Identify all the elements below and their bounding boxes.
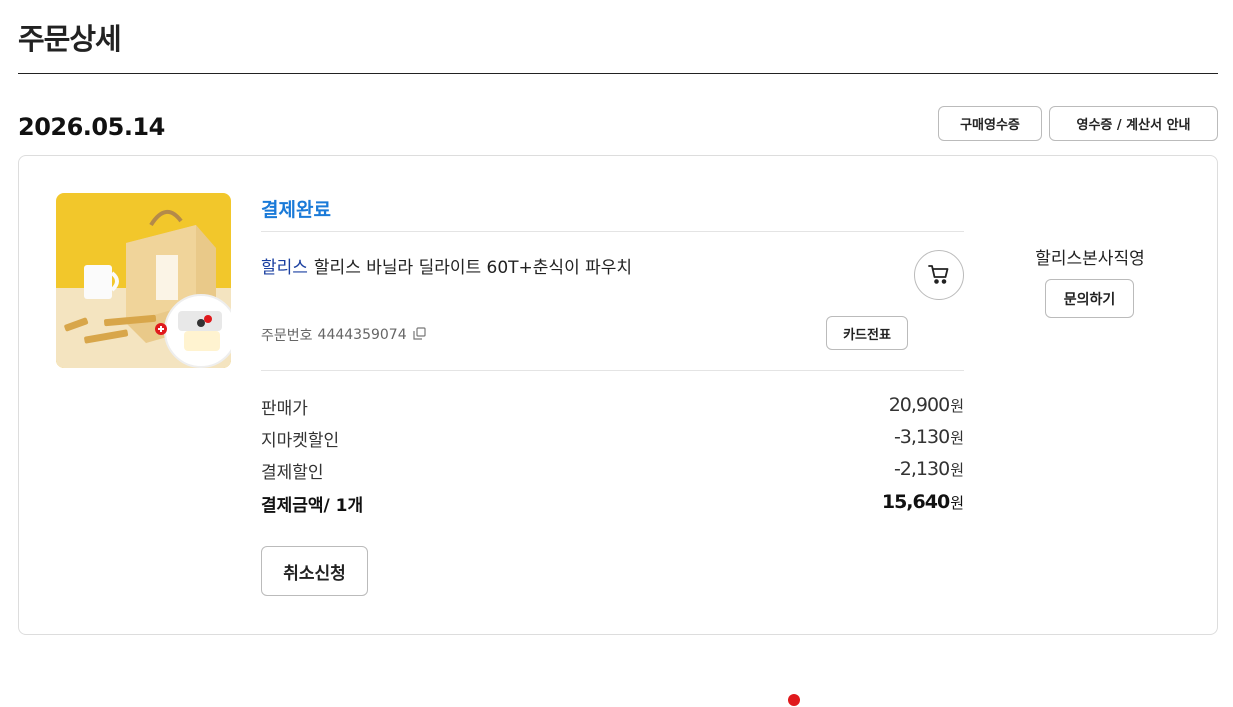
price-divider <box>261 370 964 371</box>
product-title[interactable]: 할리스 바닐라 딜라이트 60T+춘식이 파우치 <box>314 258 632 278</box>
price-row-total: 결제금액/ 1개 15,640원 <box>261 491 964 516</box>
product-image[interactable] <box>56 193 231 368</box>
order-date: 2026.05.14 <box>18 113 165 141</box>
order-number-value: 4444359074 <box>317 327 407 343</box>
copy-icon[interactable] <box>413 326 426 344</box>
price-label: 결제금액/ 1개 <box>261 496 364 516</box>
status-divider <box>261 231 964 232</box>
order-number-label: 주문번호 <box>261 328 313 344</box>
receipt-invoice-guide-button[interactable]: 영수증 / 계산서 안내 <box>1049 106 1218 141</box>
page-title: 주문상세 <box>18 22 122 56</box>
price-value: -3,130원 <box>893 426 964 448</box>
order-number: 주문번호 4444359074 <box>261 325 426 345</box>
product-brand[interactable]: 할리스 <box>261 258 308 278</box>
title-divider <box>18 73 1218 74</box>
add-to-cart-button[interactable] <box>914 250 964 300</box>
price-label: 결제할인 <box>261 463 324 483</box>
order-status: 결제완료 <box>261 199 331 221</box>
seller-inquiry-button[interactable]: 문의하기 <box>1045 279 1134 318</box>
purchase-receipt-button[interactable]: 구매영수증 <box>938 106 1042 141</box>
price-label: 판매가 <box>261 399 308 419</box>
product-name[interactable]: 할리스 할리스 바닐라 딜라이트 60T+춘식이 파우치 <box>261 253 632 278</box>
card-slip-button[interactable]: 카드전표 <box>826 316 908 350</box>
price-value: 20,900원 <box>888 394 964 416</box>
price-row-payment-discount: 결제할인 -2,130원 <box>261 458 964 483</box>
cancel-request-button[interactable]: 취소신청 <box>261 546 368 596</box>
cart-icon <box>927 262 951 289</box>
price-row-sale: 판매가 20,900원 <box>261 394 964 419</box>
price-row-gmarket-discount: 지마켓할인 -3,130원 <box>261 426 964 451</box>
seller-name: 할리스본사직영 <box>1035 249 1145 269</box>
price-label: 지마켓할인 <box>261 431 340 451</box>
price-value: 15,640원 <box>881 491 964 513</box>
price-value: -2,130원 <box>893 458 964 480</box>
indicator-dot <box>788 694 800 706</box>
